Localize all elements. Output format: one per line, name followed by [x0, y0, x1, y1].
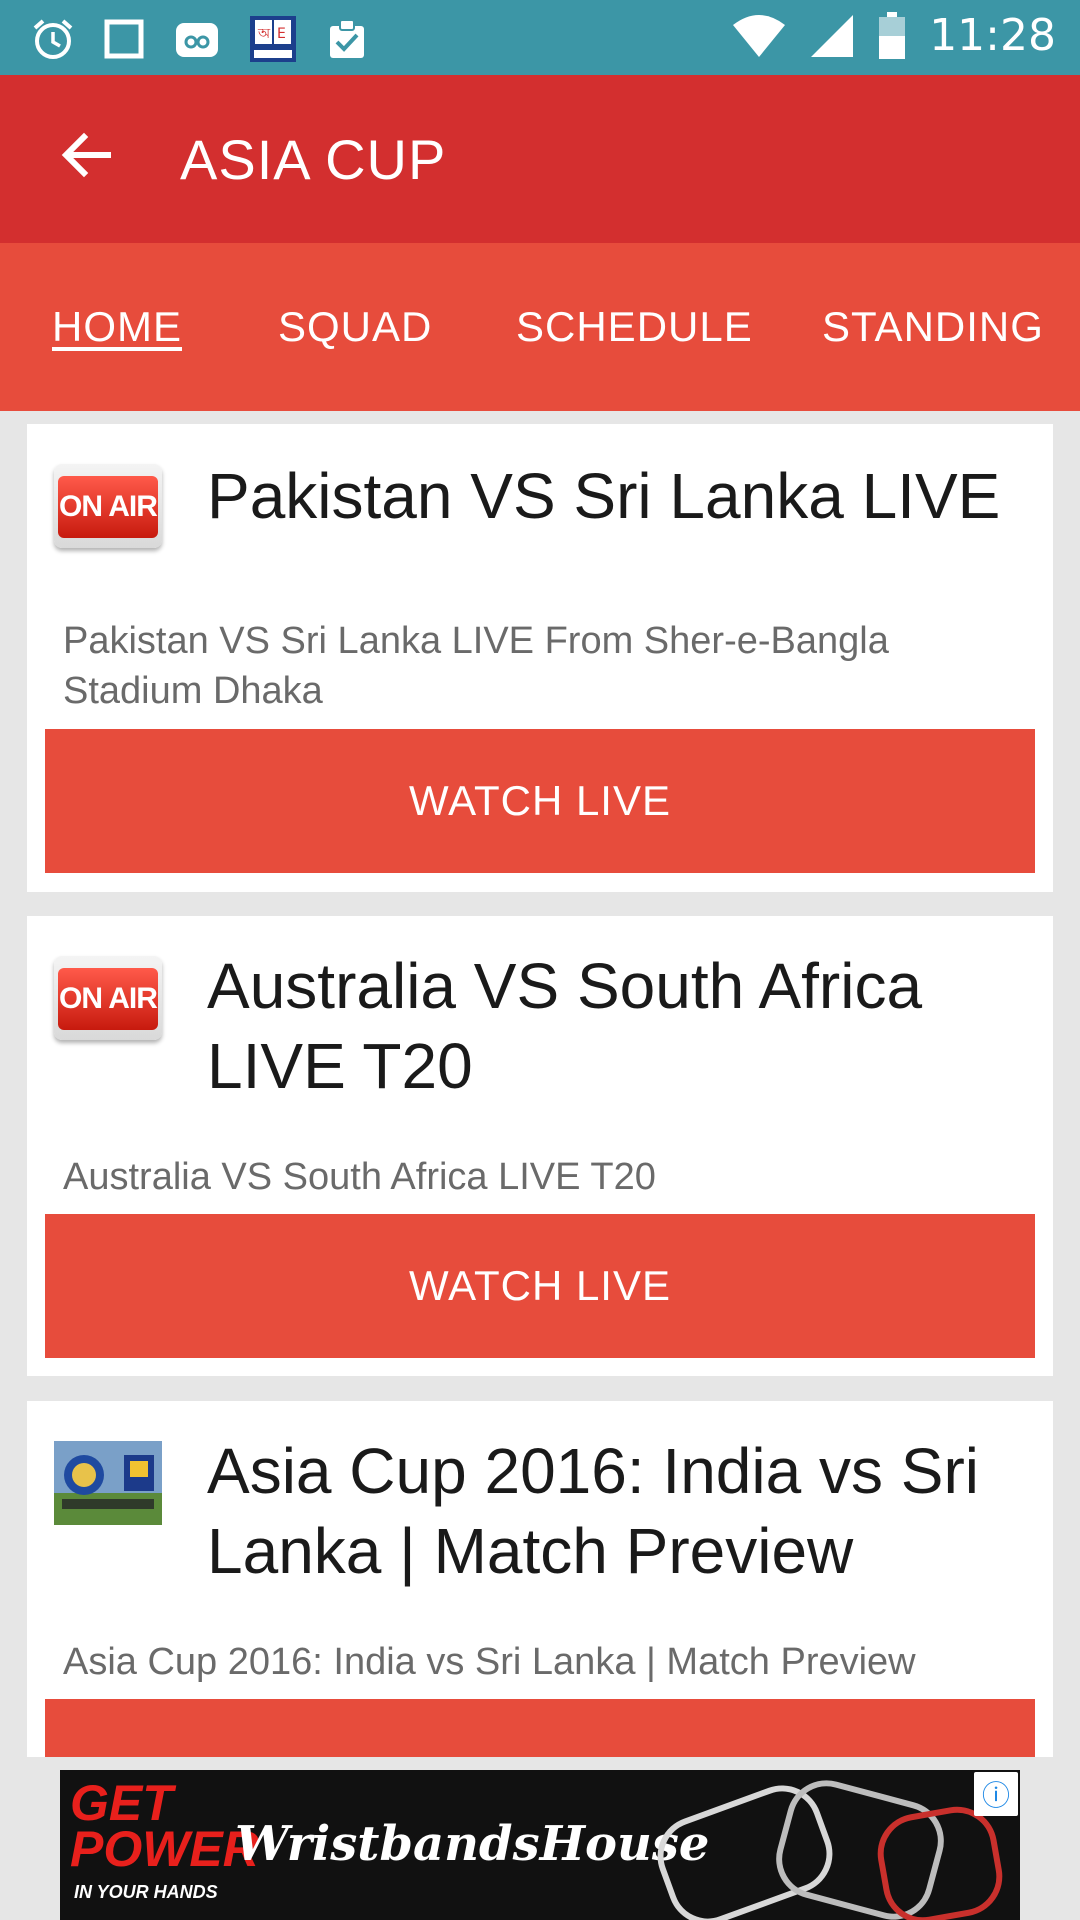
clipboard-check-icon — [330, 19, 364, 58]
arrow-back-icon[interactable] — [58, 127, 114, 183]
ad-banner[interactable]: GET POWER IN YOUR HANDS WristbandsHouse … — [60, 1770, 1020, 1920]
watch-live-button[interactable]: WATCH LIVE — [45, 729, 1035, 873]
bangla-english-app-icon: অ E — [250, 16, 296, 62]
tab-home[interactable]: HOME — [52, 303, 182, 351]
voicemail-icon — [176, 23, 218, 57]
wifi-icon — [733, 14, 786, 57]
square-icon — [104, 19, 144, 59]
tab-standing[interactable]: STANDING — [822, 303, 1044, 351]
svg-text:অ: অ — [257, 26, 271, 42]
battery-icon — [879, 11, 906, 59]
svg-text:E: E — [277, 26, 286, 42]
cricket-logos-thumbnail — [54, 1441, 162, 1525]
tab-schedule[interactable]: SCHEDULE — [516, 303, 753, 351]
ad-brand: WristbandsHouse — [235, 1816, 710, 1872]
clock: 11:28 — [929, 10, 1056, 61]
alarm-icon — [33, 19, 73, 59]
page-title: ASIA CUP — [180, 128, 447, 191]
app-bar: ASIA CUP — [0, 75, 1080, 243]
watch-live-button[interactable]: WATCH LIVE — [45, 1214, 1035, 1358]
signal-icon — [811, 14, 854, 57]
card-title: Pakistan VS Sri Lanka LIVE — [207, 460, 1001, 532]
video-card: Asia Cup 2016: India vs Sri Lanka | Matc… — [27, 1401, 1053, 1757]
info-icon[interactable]: ⓘ — [974, 1772, 1018, 1816]
tab-bar: HOME SQUAD SCHEDULE STANDING — [0, 243, 1080, 411]
on-air-icon: ON AIR — [54, 956, 162, 1040]
card-title: Australia VS South Africa LIVE T20 — [207, 950, 923, 1102]
on-air-icon: ON AIR — [54, 464, 162, 548]
card-description: Pakistan VS Sri Lanka LIVE From Sher-e-B… — [63, 620, 889, 712]
tab-squad[interactable]: SQUAD — [278, 303, 432, 351]
watch-video-button[interactable] — [45, 1699, 1035, 1757]
match-card: ON AIR Australia VS South Africa LIVE T2… — [27, 916, 1053, 1376]
system-status: 11:28 — [731, 10, 1056, 61]
notification-icons: অ E — [30, 14, 370, 64]
ad-tagline: IN YOUR HANDS — [74, 1882, 218, 1902]
ad-headline: GET POWER — [70, 1775, 259, 1877]
status-bar: অ E 11:28 — [0, 0, 1080, 75]
card-description: Asia Cup 2016: India vs Sri Lanka | Matc… — [63, 1641, 916, 1683]
match-card: ON AIR Pakistan VS Sri Lanka LIVE Pakist… — [27, 424, 1053, 892]
card-description: Australia VS South Africa LIVE T20 — [63, 1156, 656, 1198]
card-title: Asia Cup 2016: India vs Sri Lanka | Matc… — [207, 1435, 979, 1587]
